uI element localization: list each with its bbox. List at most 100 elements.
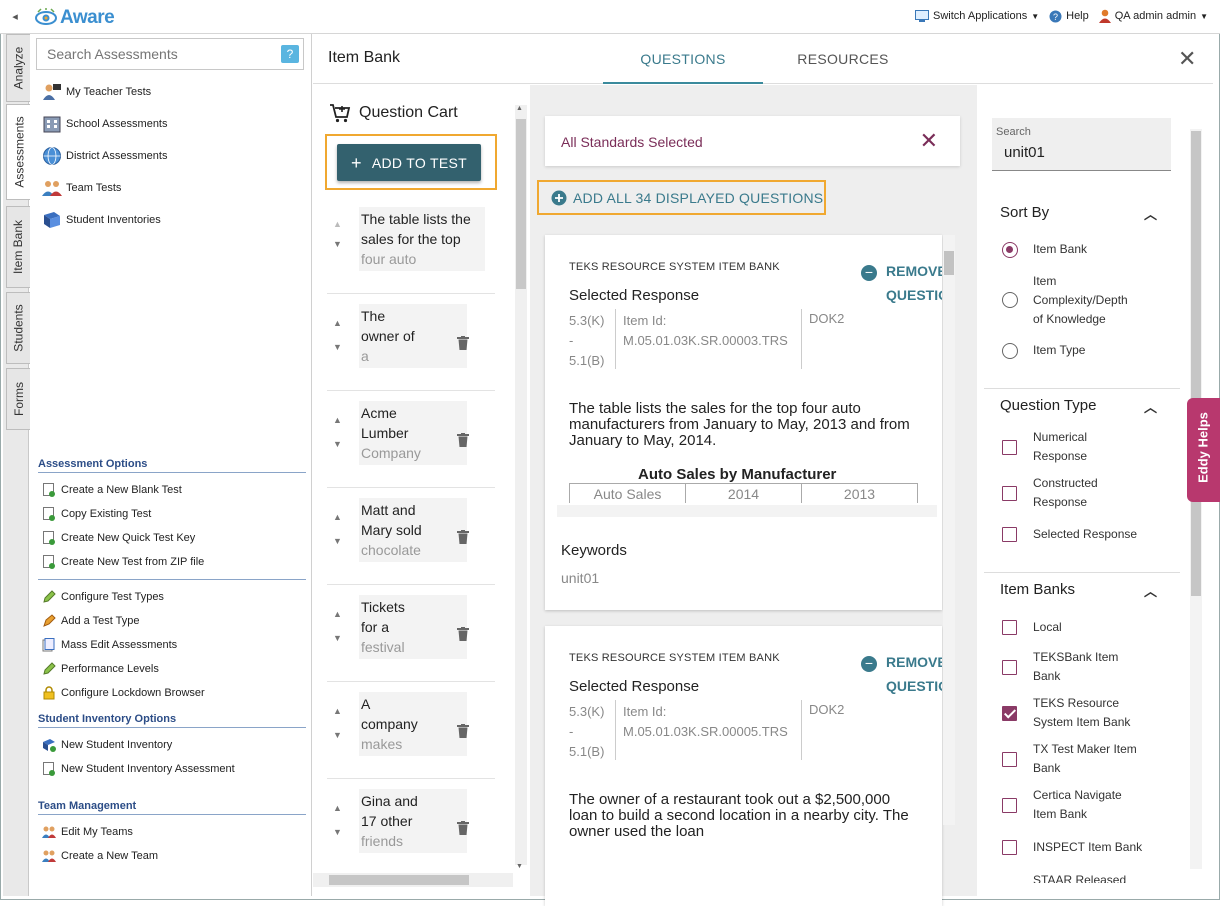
checkbox[interactable] <box>1002 798 1017 813</box>
checkbox[interactable] <box>1002 440 1017 455</box>
move-down-icon[interactable]: ▼ <box>333 633 342 643</box>
move-up-icon[interactable]: ▲ <box>333 609 342 619</box>
trash-icon[interactable] <box>457 530 469 544</box>
nav-team-tests[interactable]: Team Tests <box>42 178 121 198</box>
radio[interactable] <box>1002 343 1018 359</box>
move-down-icon[interactable]: ▼ <box>333 827 342 837</box>
nav-my-teacher-tests[interactable]: My Teacher Tests <box>42 82 151 102</box>
sort-option-item-type[interactable]: Item Type <box>1002 343 1085 359</box>
bank-staar-released[interactable]: STAAR Released <box>1002 873 1142 883</box>
tab-questions[interactable]: QUESTIONS <box>603 34 763 84</box>
bank-tx-test-maker[interactable]: TX Test Maker Item Bank <box>1002 742 1137 775</box>
cart-item-line: four auto <box>361 251 417 267</box>
bank-inspect[interactable]: INSPECT Item Bank <box>1002 840 1142 855</box>
edit-my-teams-link[interactable]: Edit My Teams <box>42 825 133 839</box>
qtype-constructed[interactable]: Constructed Response <box>1002 476 1098 509</box>
scroll-up-icon[interactable]: ▲ <box>516 105 523 112</box>
performance-levels-link[interactable]: Performance Levels <box>42 662 159 676</box>
trash-icon[interactable] <box>457 627 469 641</box>
table-horizontal-scrollbar[interactable] <box>557 505 937 517</box>
new-student-inventory-assessment-link[interactable]: New Student Inventory Assessment <box>42 762 235 776</box>
create-new-team-link[interactable]: Create a New Team <box>42 849 158 863</box>
filter-scrollbar-thumb[interactable] <box>1191 131 1201 596</box>
move-up-icon[interactable]: ▲ <box>333 706 342 716</box>
help-link[interactable]: ? Help <box>1049 10 1089 23</box>
remove-question-button[interactable]: REMOVE QUESTION <box>886 259 942 307</box>
nav-school-assessments[interactable]: School Assessments <box>42 114 168 134</box>
move-down-icon[interactable]: ▼ <box>333 439 342 449</box>
checkbox[interactable] <box>1002 486 1017 501</box>
create-quick-test-key-link[interactable]: Create New Quick Test Key <box>42 531 195 545</box>
checkbox[interactable] <box>1002 752 1017 767</box>
bank-local[interactable]: Local <box>1002 620 1062 635</box>
search-assessments-input[interactable] <box>37 39 267 69</box>
create-test-from-zip-link[interactable]: Create New Test from ZIP file <box>42 555 204 569</box>
tab-assessments[interactable]: Assessments <box>6 104 32 200</box>
configure-lockdown-browser-link[interactable]: Configure Lockdown Browser <box>42 686 205 700</box>
chevron-up-icon[interactable]: ︿ <box>1144 581 1157 600</box>
move-down-icon[interactable]: ▼ <box>333 239 342 249</box>
minus-circle-icon[interactable]: − <box>861 265 877 281</box>
qtype-selected[interactable]: Selected Response <box>1002 527 1137 542</box>
cart-horizontal-thumb[interactable] <box>329 875 469 885</box>
checkbox[interactable] <box>1002 840 1017 855</box>
user-menu[interactable]: QA admin admin ▼ <box>1098 9 1208 23</box>
mass-edit-assessments-link[interactable]: Mass Edit Assessments <box>42 638 177 652</box>
trash-icon[interactable] <box>457 821 469 835</box>
filter-search-field[interactable]: Search unit01 <box>992 118 1171 171</box>
radio[interactable] <box>1002 292 1018 308</box>
questions-scrollbar-thumb[interactable] <box>944 251 954 275</box>
chevron-up-icon[interactable]: ︿ <box>1144 397 1157 416</box>
qtype-numerical[interactable]: Numerical Response <box>1002 430 1087 463</box>
nav-student-inventories[interactable]: Student Inventories <box>42 210 161 230</box>
collapse-panel-icon[interactable]: ◂ <box>6 8 24 26</box>
new-student-inventory-link[interactable]: New Student Inventory <box>42 738 172 752</box>
move-up-icon[interactable]: ▲ <box>333 803 342 813</box>
checkbox[interactable] <box>1002 620 1017 635</box>
tab-resources[interactable]: RESOURCES <box>763 34 923 84</box>
sort-option-complexity[interactable]: Item Complexity/Depth of Knowledge <box>1002 274 1128 326</box>
tab-analyze[interactable]: Analyze <box>6 34 30 102</box>
checkbox-checked[interactable] <box>1002 706 1017 721</box>
sort-option-item-bank[interactable]: Item Bank <box>1002 242 1087 258</box>
checkbox[interactable] <box>1002 527 1017 542</box>
add-to-test-button[interactable]: + ADD TO TEST <box>337 144 481 181</box>
move-down-icon[interactable]: ▼ <box>333 730 342 740</box>
move-up-icon[interactable]: ▲ <box>333 219 342 229</box>
move-up-icon[interactable]: ▲ <box>333 512 342 522</box>
standards-filter-bar[interactable]: All Standards Selected ✕ <box>545 116 960 166</box>
configure-test-types-link[interactable]: Configure Test Types <box>42 590 164 604</box>
add-all-questions-button[interactable]: ADD ALL 34 DISPLAYED QUESTIONS <box>551 190 823 206</box>
move-up-icon[interactable]: ▲ <box>333 318 342 328</box>
trash-icon[interactable] <box>457 336 469 350</box>
search-help-icon[interactable]: ? <box>281 45 299 63</box>
scroll-down-icon[interactable]: ▼ <box>516 863 523 870</box>
cart-scrollbar-thumb[interactable] <box>516 119 526 289</box>
bank-teks-resource[interactable]: TEKS Resource System Item Bank <box>1002 696 1130 729</box>
bank-certica-navigate[interactable]: Certica Navigate Item Bank <box>1002 788 1122 821</box>
chevron-up-icon[interactable]: ︿ <box>1144 204 1157 223</box>
tab-students[interactable]: Students <box>6 292 30 364</box>
checkbox[interactable] <box>1002 660 1017 675</box>
minus-circle-icon[interactable]: − <box>861 656 877 672</box>
trash-icon[interactable] <box>457 433 469 447</box>
move-down-icon[interactable]: ▼ <box>333 536 342 546</box>
switch-applications-menu[interactable]: Switch Applications ▼ <box>915 10 1039 22</box>
sort-by-heading: Sort By <box>1000 204 1050 221</box>
radio-selected[interactable] <box>1002 242 1018 258</box>
create-blank-test-link[interactable]: Create a New Blank Test <box>42 483 182 497</box>
clear-standards-icon[interactable]: ✕ <box>920 128 938 154</box>
questions-scrollbar[interactable] <box>943 235 955 825</box>
tab-forms[interactable]: Forms <box>6 368 30 430</box>
copy-existing-test-link[interactable]: Copy Existing Test <box>42 507 151 521</box>
add-test-type-link[interactable]: Add a Test Type <box>42 614 139 628</box>
nav-district-assessments[interactable]: District Assessments <box>42 146 167 166</box>
bank-teksbank[interactable]: TEKSBank Item Bank <box>1002 650 1118 683</box>
move-up-icon[interactable]: ▲ <box>333 415 342 425</box>
move-down-icon[interactable]: ▼ <box>333 342 342 352</box>
close-icon[interactable]: ✕ <box>1178 46 1196 72</box>
remove-question-button[interactable]: REMOVE QUESTION <box>886 650 942 698</box>
tab-item-bank[interactable]: Item Bank <box>6 206 30 288</box>
eddy-helps-button[interactable]: Eddy Helps <box>1187 398 1220 502</box>
trash-icon[interactable] <box>457 724 469 738</box>
